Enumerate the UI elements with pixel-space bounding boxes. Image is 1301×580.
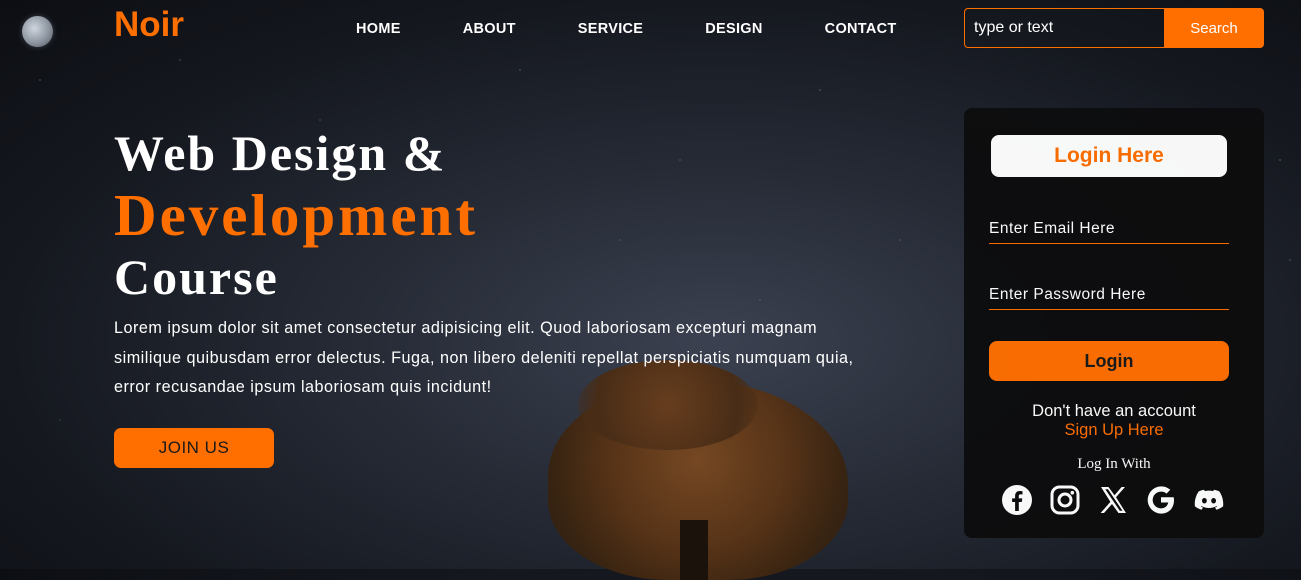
hero-title-line-1: Web Design &: [114, 125, 447, 181]
google-icon[interactable]: [1145, 484, 1177, 516]
site-logo[interactable]: Noir: [114, 5, 184, 45]
tree-trunk: [680, 520, 708, 580]
nav-design[interactable]: DESIGN: [705, 21, 762, 37]
moon-icon: [22, 16, 53, 47]
search-input[interactable]: [964, 8, 1164, 48]
login-button[interactable]: Login: [989, 341, 1229, 381]
hero-title-line-2: Development: [114, 182, 478, 248]
login-card: Login Here Login Don't have an account S…: [964, 108, 1264, 538]
instagram-icon[interactable]: [1049, 484, 1081, 516]
nav-about[interactable]: ABOUT: [463, 21, 516, 37]
discord-icon[interactable]: [1193, 484, 1225, 516]
password-field[interactable]: [989, 280, 1229, 310]
social-login-icons: [1001, 484, 1225, 516]
login-card-title: Login Here: [991, 135, 1227, 177]
login-with-label: Log In With: [1077, 456, 1151, 472]
nav-service[interactable]: SERVICE: [578, 21, 644, 37]
hero-description: Lorem ipsum dolor sit amet consectetur a…: [114, 319, 854, 396]
main-nav: HOME ABOUT SERVICE DESIGN CONTACT: [356, 21, 897, 37]
email-field[interactable]: [989, 214, 1229, 244]
nav-home[interactable]: HOME: [356, 21, 401, 37]
search-bar: Search: [964, 8, 1264, 48]
hero-title: Web Design & Development Course: [114, 128, 478, 302]
x-icon[interactable]: [1097, 484, 1129, 516]
signup-link[interactable]: Sign Up Here: [964, 421, 1264, 440]
facebook-icon[interactable]: [1001, 484, 1033, 516]
no-account-text: Don't have an account: [1032, 402, 1196, 420]
search-button[interactable]: Search: [1164, 8, 1264, 48]
hero-title-line-3: Course: [114, 249, 279, 305]
nav-contact[interactable]: CONTACT: [825, 21, 897, 37]
join-us-button[interactable]: JOIN US: [114, 428, 274, 468]
